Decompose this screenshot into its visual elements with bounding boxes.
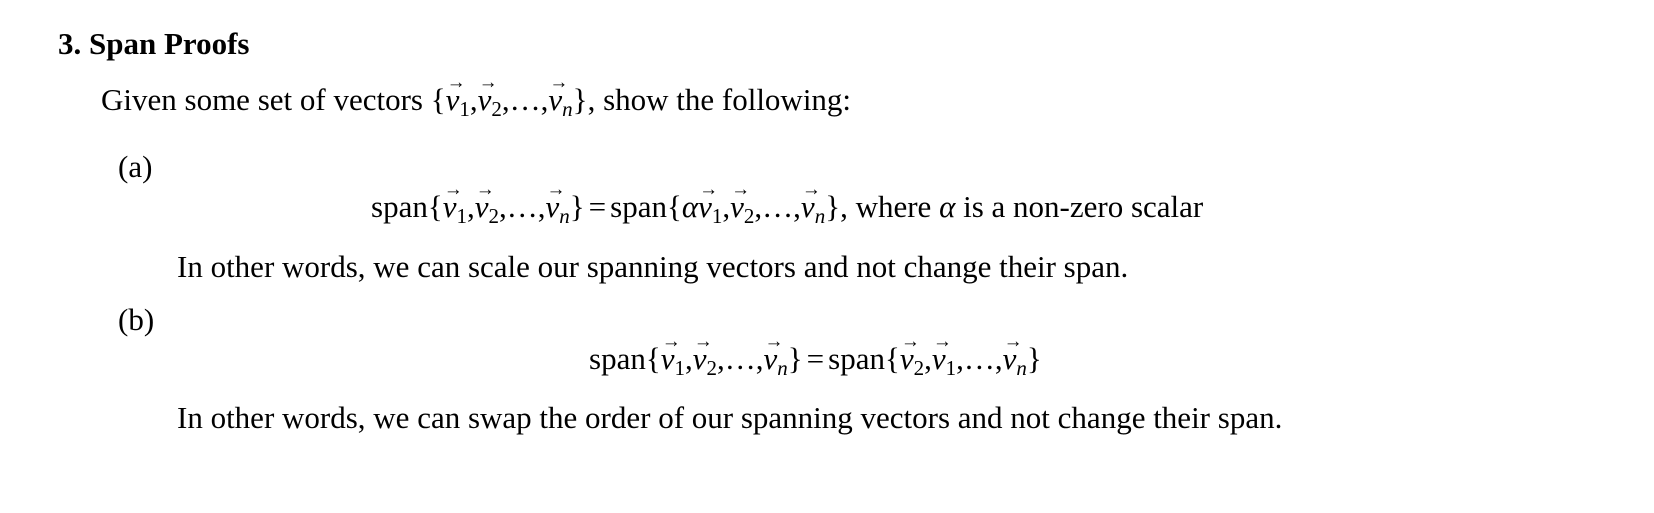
part-a-remark: In other words, we can scale our spannin…: [177, 249, 1129, 284]
part-b-remark: In other words, we can swap the order of…: [177, 400, 1283, 435]
intro-prefix: Given some set of vectors: [101, 82, 423, 117]
intro-line: Given some set of vectors {→ v1, → v2,…, → vn…: [101, 72, 852, 121]
part-a-equation: span{→ v1, → v2,…, → vn} = span{α → v1, → v2,…, → vn}…: [371, 179, 1204, 228]
part-a-label: (a): [118, 149, 153, 184]
part-b-equation: span{→ v1, → v2,…, → vn} = span{→ v2, → v1,…, → vn}: [589, 331, 1042, 380]
intro-suffix: , show the following:: [587, 82, 852, 117]
part-b-label: (b): [118, 302, 155, 337]
vector-set: {→ v1, → v2,…, → vn}: [430, 72, 588, 121]
section-title: Span Proofs: [89, 26, 250, 61]
section-heading: 3. Span Proofs: [58, 26, 250, 62]
section-number: 3.: [58, 26, 82, 61]
